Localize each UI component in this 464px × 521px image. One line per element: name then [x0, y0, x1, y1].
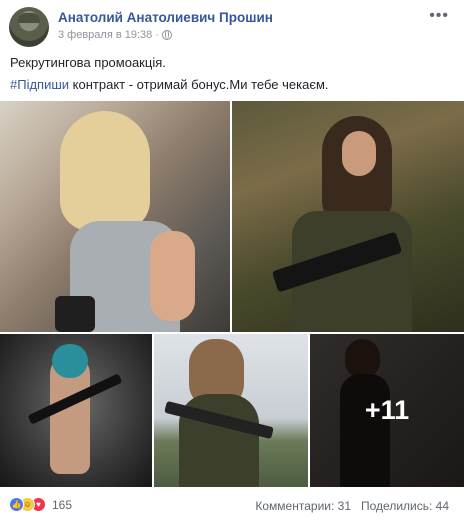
reactions[interactable]: 👍 ☺ ♥ 165 [9, 497, 72, 512]
engagement-counts: Комментарии: 31 Поделились: 44 [255, 499, 449, 513]
meta-separator: · [155, 29, 159, 41]
photo-3[interactable] [0, 334, 152, 487]
photo-4[interactable] [154, 334, 308, 487]
photo-2[interactable] [232, 101, 464, 332]
post-meta: 3 февраля в 19:38 · [58, 29, 172, 41]
more-options-icon[interactable]: ••• [429, 8, 449, 24]
reaction-count: 165 [52, 497, 73, 512]
comments-count[interactable]: Комментарии: 31 [255, 499, 351, 513]
post-text-line2: #Підпиши контракт - отримай бонус.Ми теб… [10, 77, 329, 92]
post-header: Анатолий Анатолиевич Прошин 3 февраля в … [9, 7, 455, 47]
hashtag-link[interactable]: #Підпиши [10, 77, 69, 92]
post-text-line1: Рекрутингова промоакція. [10, 55, 166, 70]
like-icon: 👍 [9, 497, 24, 512]
globe-icon[interactable] [161, 30, 172, 40]
avatar[interactable] [9, 7, 49, 47]
post-date[interactable]: 3 февраля в 19:38 [58, 29, 152, 41]
author-name[interactable]: Анатолий Анатолиевич Прошин [58, 10, 273, 25]
photo-1[interactable] [0, 101, 230, 332]
post-footer: 👍 ☺ ♥ 165 Комментарии: 31 Поделились: 44 [0, 495, 464, 517]
post-text-rest: контракт - отримай бонус.Ми тебе чекаєм. [69, 77, 329, 92]
more-photos-overlay[interactable]: +11 [310, 334, 464, 487]
shares-count[interactable]: Поделились: 44 [361, 499, 449, 513]
